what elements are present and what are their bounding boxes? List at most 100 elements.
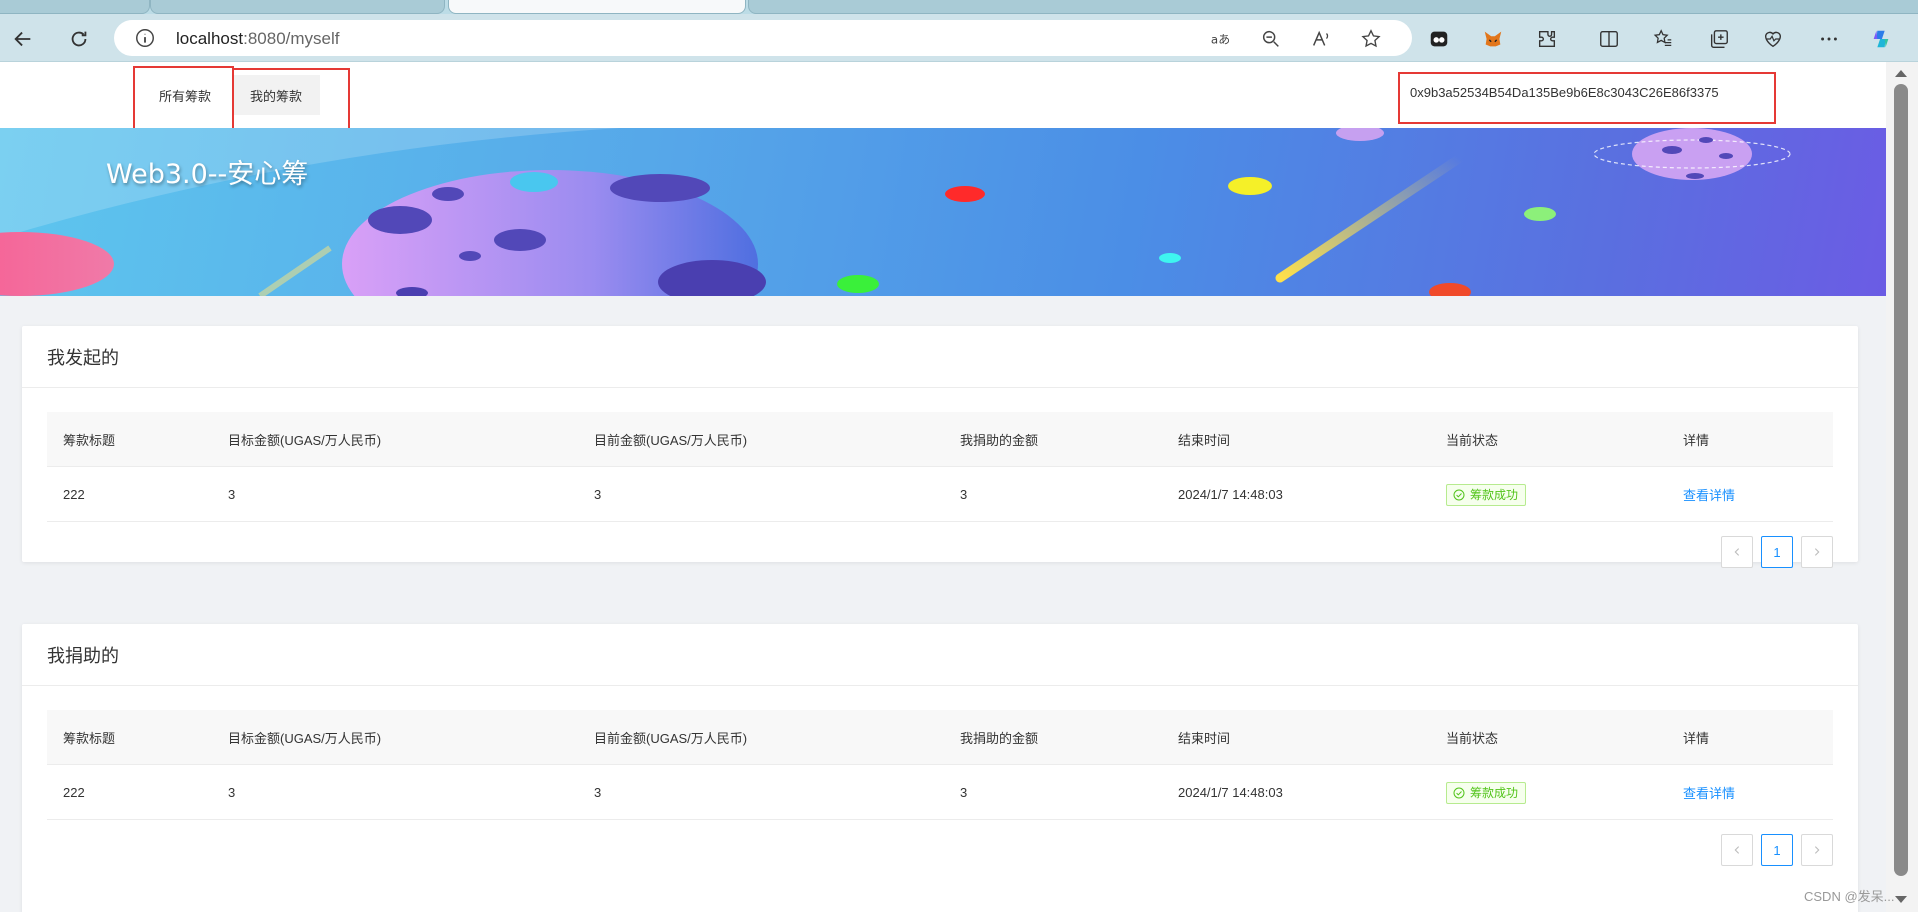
banner-title: Web3.0--安心筹 [106, 159, 309, 190]
translate-button[interactable]: aあ [1208, 26, 1234, 52]
chevron-left-icon [1734, 846, 1740, 854]
more-button[interactable] [1814, 24, 1844, 54]
watermark: CSDN @发呆... [1804, 889, 1895, 904]
browser-tab-strip [0, 0, 1918, 14]
heart-pulse-icon [1764, 31, 1782, 48]
performance-button[interactable] [1758, 24, 1788, 54]
col-target: 目标金额(UGAS/万人民币) [228, 731, 382, 746]
page-scrollbar[interactable] [1886, 62, 1918, 912]
browser-tab[interactable] [748, 0, 1918, 14]
chevron-left-icon [1734, 548, 1740, 556]
browser-tab-active[interactable] [448, 0, 746, 14]
cell-target: 3 [228, 785, 236, 800]
cell-title: 222 [63, 785, 85, 800]
favorites-button[interactable] [1648, 24, 1678, 54]
section-initiated: 我发起的 筹款标题 目标金额(UGAS/万人民币) 目前金额(UGAS/万人民币… [22, 326, 1858, 568]
puzzle-icon [1538, 30, 1556, 48]
extensions-button[interactable] [1532, 24, 1562, 54]
translate-icon: aあ [1211, 33, 1230, 47]
cell-end-time: 2024/1/7 14:48:03 [1178, 487, 1283, 502]
pagination: 1 [47, 522, 1833, 568]
url-path: :8080/myself [243, 29, 340, 48]
col-status: 当前状态 [1446, 433, 1499, 448]
col-title: 筹款标题 [63, 731, 116, 746]
col-donated: 我捐助的金额 [960, 731, 1039, 746]
page-number-button[interactable]: 1 [1761, 834, 1793, 866]
next-page-button[interactable] [1801, 834, 1833, 866]
zoom-out-icon [1262, 30, 1279, 47]
zoom-out-button[interactable] [1258, 26, 1284, 52]
collections-button[interactable] [1704, 24, 1734, 54]
check-circle-icon [1453, 489, 1465, 500]
cell-status: 筹款成功 [1446, 467, 1527, 522]
more-dots-icon [1821, 37, 1837, 41]
fundraising-table: 筹款标题 目标金额(UGAS/万人民币) 目前金额(UGAS/万人民币) 我捐助… [47, 710, 1833, 866]
cell-title: 222 [63, 487, 85, 502]
next-page-button[interactable] [1801, 536, 1833, 568]
extension-button[interactable] [1424, 24, 1454, 54]
chevron-right-icon [1814, 846, 1820, 854]
info-icon[interactable] [134, 27, 156, 49]
table-row: 222 3 3 3 2024/1/7 14:48:03 筹款成功 查看详情 [47, 765, 1833, 820]
cell-current: 3 [594, 785, 602, 800]
refresh-button[interactable] [64, 24, 94, 54]
url-host: localhost [176, 29, 244, 48]
browser-toolbar: localhost:8080/myself aあ [0, 14, 1918, 62]
copilot-icon [1873, 30, 1889, 48]
split-screen-button[interactable] [1594, 24, 1624, 54]
scrollbar-thumb[interactable] [1894, 84, 1908, 876]
section-title: 我捐助的 [22, 624, 1858, 686]
cell-current: 3 [594, 487, 602, 502]
col-donated: 我捐助的金额 [960, 433, 1039, 448]
col-detail: 详情 [1683, 433, 1710, 448]
status-text: 筹款成功 [1470, 488, 1519, 502]
status-text: 筹款成功 [1470, 786, 1519, 800]
status-badge: 筹款成功 [1446, 781, 1527, 804]
metamask-button[interactable] [1478, 24, 1508, 54]
url-text[interactable]: localhost:8080/myself [176, 29, 340, 49]
star-icon [1361, 29, 1381, 48]
check-circle-icon [1453, 787, 1465, 798]
svg-text:aあ: aあ [1211, 33, 1230, 47]
web-page: 所有筹款 我的筹款 0x9b3a52534B54Da135Be9b6E8c304… [0, 62, 1886, 912]
col-detail: 详情 [1683, 731, 1710, 746]
cell-end-time: 2024/1/7 14:48:03 [1178, 785, 1283, 800]
table-row: 222 3 3 3 2024/1/7 14:48:03 筹款成功 查看详情 [47, 467, 1833, 522]
favorites-list-icon [1653, 29, 1672, 47]
view-detail-link[interactable]: 查看详情 [1683, 467, 1735, 522]
refresh-icon [71, 31, 87, 47]
read-aloud-icon [1312, 30, 1329, 46]
view-detail-link[interactable]: 查看详情 [1683, 765, 1735, 820]
extension-badge-icon [1430, 31, 1448, 47]
browser-tab[interactable] [0, 0, 150, 14]
prev-page-button[interactable] [1721, 536, 1753, 568]
address-bar[interactable]: localhost:8080/myself aあ [114, 20, 1412, 56]
scroll-down-arrow-icon[interactable] [1895, 896, 1907, 903]
highlight-box [133, 66, 234, 136]
fundraising-table: 筹款标题 目标金额(UGAS/万人民币) 目前金额(UGAS/万人民币) 我捐助… [47, 412, 1833, 568]
col-current: 目前金额(UGAS/万人民币) [594, 433, 748, 448]
split-screen-icon [1600, 30, 1618, 48]
browser-tab[interactable] [150, 0, 445, 14]
pagination: 1 [47, 820, 1833, 866]
read-aloud-button[interactable] [1308, 26, 1334, 52]
cell-donated: 3 [960, 785, 968, 800]
metamask-fox-icon [1484, 31, 1502, 47]
favorite-button[interactable] [1358, 26, 1384, 52]
section-title: 我发起的 [22, 326, 1858, 388]
col-title: 筹款标题 [63, 433, 116, 448]
banner: Web3.0--安心筹 [0, 128, 1886, 296]
copilot-button[interactable] [1866, 24, 1896, 54]
scroll-up-arrow-icon[interactable] [1895, 70, 1907, 77]
section-donated: 我捐助的 筹款标题 目标金额(UGAS/万人民币) 目前金额(UGAS/万人民币… [22, 624, 1858, 912]
back-arrow-icon [14, 31, 31, 47]
back-button[interactable] [8, 24, 38, 54]
col-end-time: 结束时间 [1178, 433, 1231, 448]
chevron-right-icon [1814, 548, 1820, 556]
col-end-time: 结束时间 [1178, 731, 1231, 746]
prev-page-button[interactable] [1721, 834, 1753, 866]
highlight-box [1398, 72, 1776, 124]
collections-icon [1710, 30, 1728, 48]
page-number-button[interactable]: 1 [1761, 536, 1793, 568]
col-status: 当前状态 [1446, 731, 1499, 746]
